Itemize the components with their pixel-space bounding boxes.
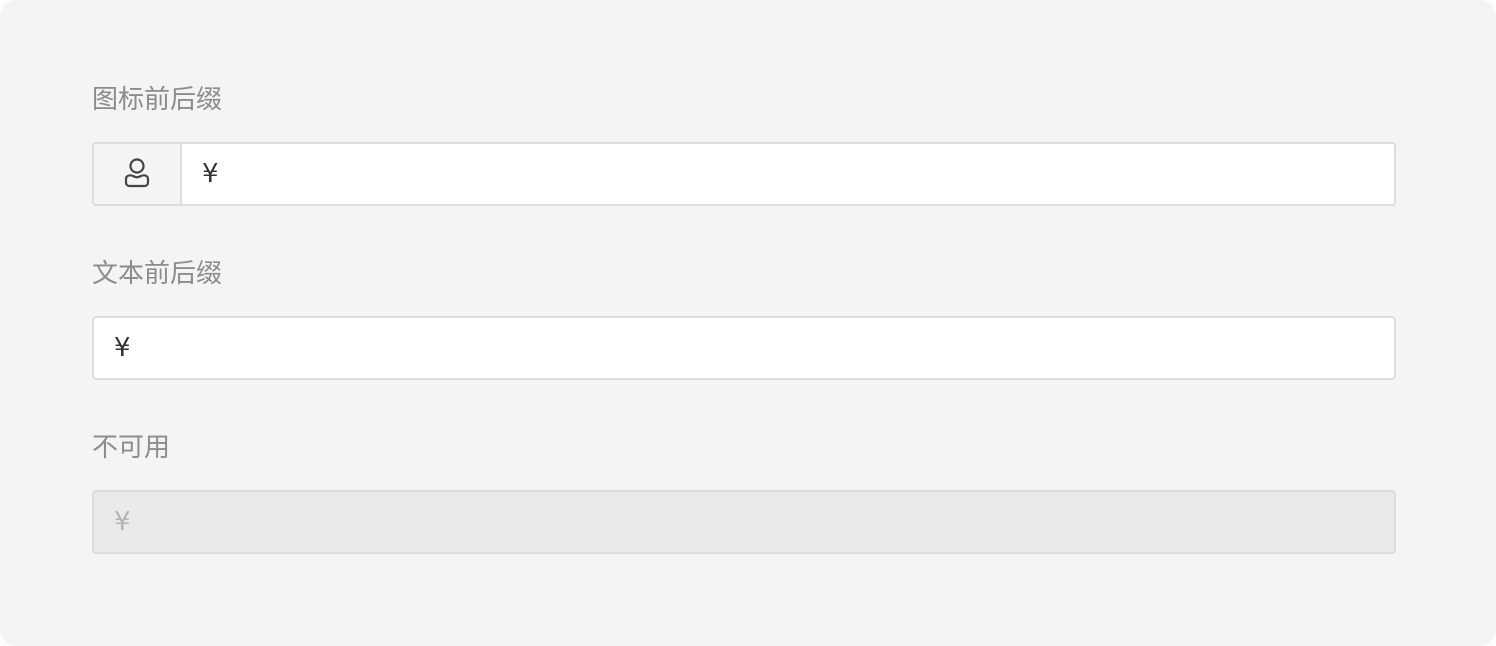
icon-affix-label: 图标前后缀 [92,85,223,115]
currency-prefix: ¥ [114,333,131,363]
disabled-field: ¥ [92,490,1396,554]
text-affix-label: 文本前后缀 [92,259,223,289]
text-affix-field[interactable]: ¥ [92,316,1396,380]
user-icon-addon [94,144,182,204]
currency-prefix: ¥ [114,507,131,537]
text-affix-input[interactable] [130,318,1394,378]
disabled-label: 不可用 [92,433,171,463]
user-icon [124,158,150,188]
icon-affix-field[interactable]: ¥ [92,142,1396,206]
currency-prefix: ¥ [202,159,219,189]
form-panel: 图标前后缀 ¥ 文本前后缀 ¥ 不可用 ¥ [0,0,1496,646]
icon-affix-input[interactable] [218,144,1394,204]
disabled-input [130,492,1394,552]
